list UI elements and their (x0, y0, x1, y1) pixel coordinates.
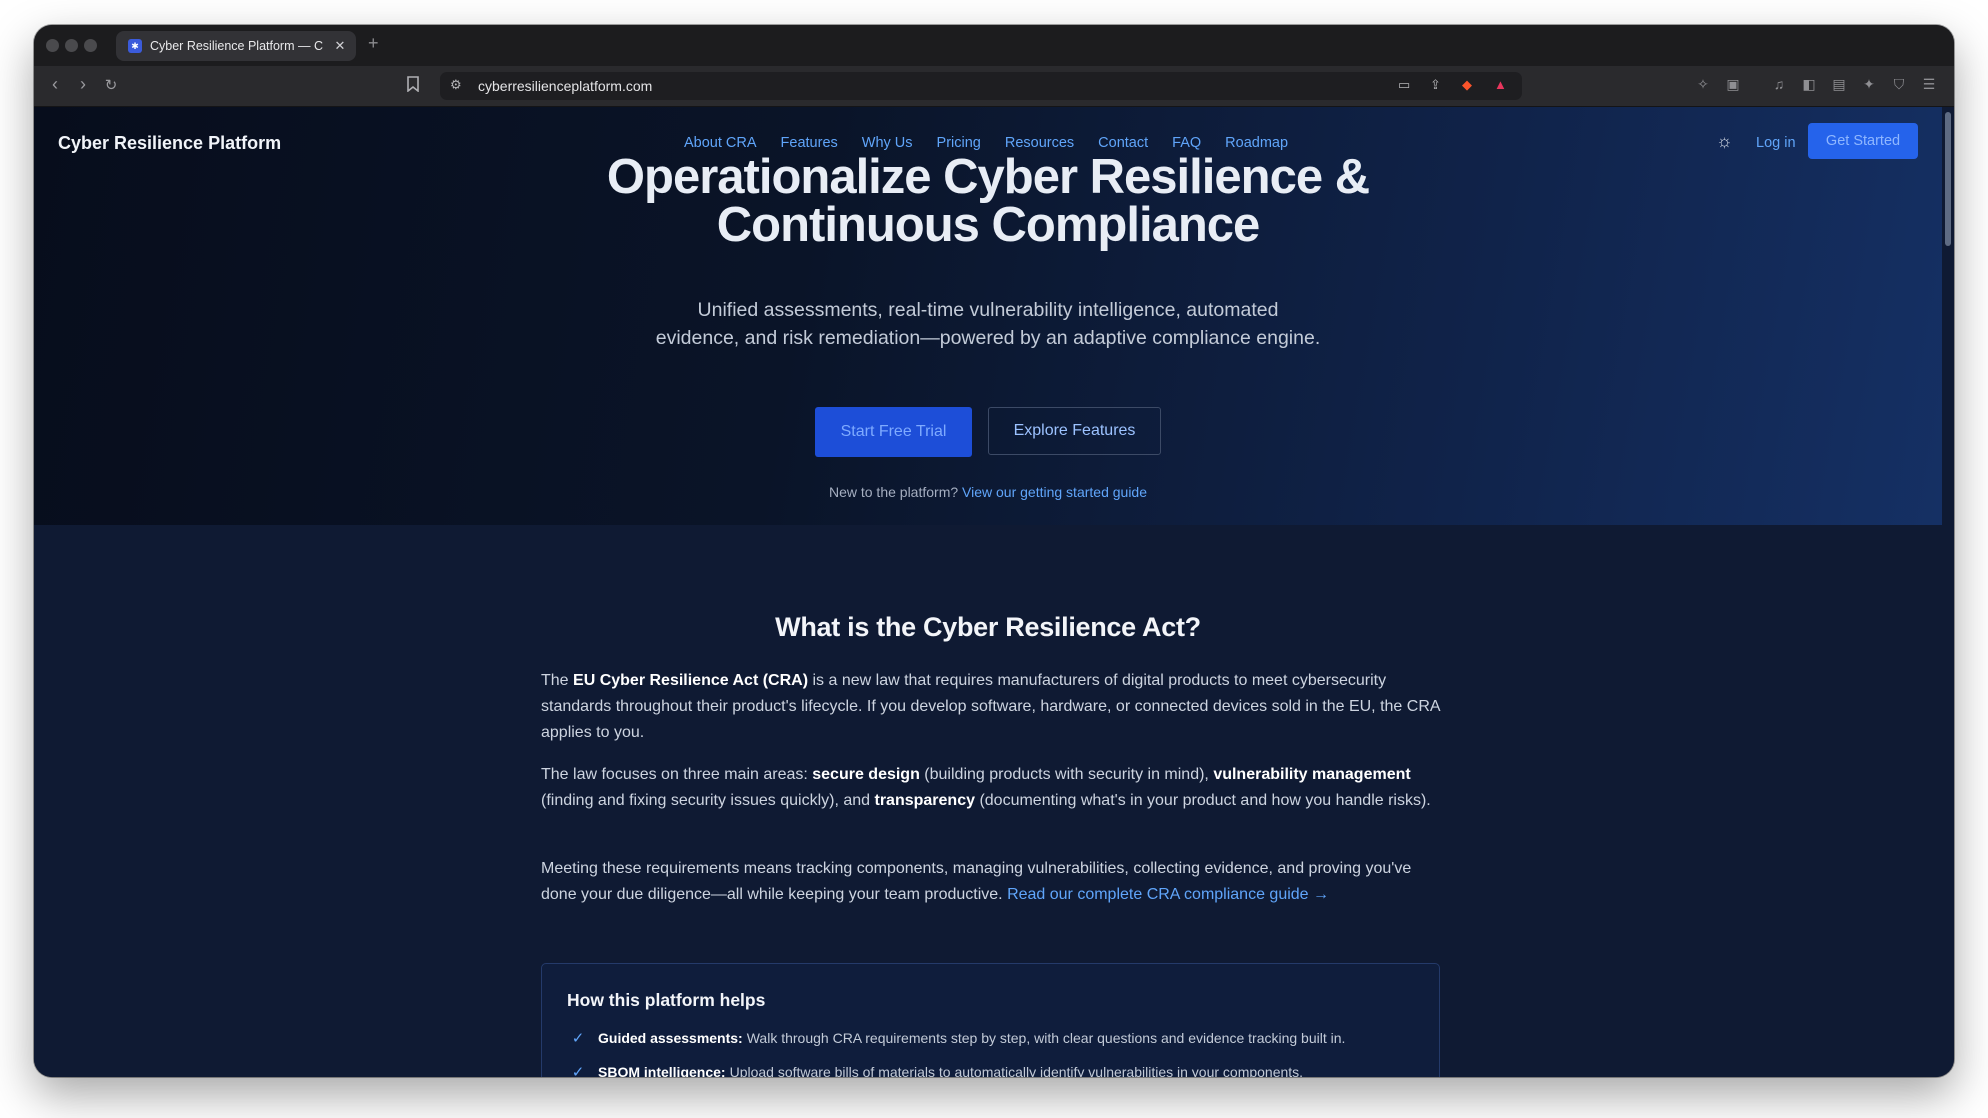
hero-subtitle: Unified assessments, real-time vulnerabi… (638, 296, 1338, 352)
start-free-trial-button[interactable]: Start Free Trial (815, 407, 972, 457)
tab-title: Cyber Resilience Platform — C (150, 39, 323, 53)
new-tab-button[interactable]: + (368, 33, 379, 54)
rewards-icon[interactable]: ▲ (1494, 77, 1507, 92)
share-icon[interactable]: ⇪ (1430, 77, 1441, 93)
helps-title: How this platform helps (567, 990, 766, 1010)
sidebar-icon[interactable]: ◧ (1800, 76, 1818, 94)
close-window-button[interactable] (46, 39, 59, 52)
zoom-window-button[interactable] (84, 39, 97, 52)
hero-title: Operationalize Cyber Resilience & Contin… (34, 150, 1942, 252)
tab-bar: ✱ Cyber Resilience Platform — C ✕ + (34, 25, 1954, 66)
brave-shield-icon[interactable]: ◆ (1462, 77, 1472, 93)
music-icon[interactable]: ♫ (1770, 76, 1788, 94)
text: The (541, 672, 574, 689)
hero-title-line1: Operationalize Cyber Resilience & (606, 150, 1370, 204)
check-icon: ✓ (571, 1030, 585, 1047)
hero-section: Cyber Resilience Platform About CRA Feat… (34, 107, 1942, 525)
nav-faq[interactable]: FAQ (1172, 135, 1201, 151)
hero-subtitle-line1: Unified assessments, real-time vulnerabi… (697, 299, 1279, 321)
nav-pricing[interactable]: Pricing (937, 135, 981, 151)
nav-features[interactable]: Features (781, 135, 838, 151)
hero-title-line2: Continuous Compliance (716, 198, 1260, 252)
page-scrollbar[interactable] (1942, 107, 1954, 1077)
transparency-term: transparency (874, 792, 976, 809)
scrollbar-thumb[interactable] (1945, 112, 1951, 246)
nav-why-us[interactable]: Why Us (862, 135, 913, 151)
vpn-shield-icon[interactable]: ⛉ (1890, 76, 1908, 94)
extensions-icon[interactable]: ✧ (1694, 76, 1712, 94)
cra-heading: What is the Cyber Resilience Act? (775, 612, 1201, 642)
site-brand[interactable]: Cyber Resilience Platform (58, 133, 281, 154)
secure-design-term: secure design (812, 766, 920, 783)
forward-icon[interactable]: › (72, 74, 94, 95)
list-item: ✓ SBOM intelligence: Upload software bil… (567, 1063, 1303, 1077)
cra-paragraph-3: Meeting these requirements means trackin… (541, 856, 1441, 908)
screenshot-icon[interactable]: ▣ (1724, 76, 1742, 94)
explore-features-button[interactable]: Explore Features (988, 407, 1161, 455)
nav-roadmap[interactable]: Roadmap (1225, 135, 1288, 151)
text: The law focuses on three main areas: (541, 766, 813, 783)
browser-tab[interactable]: ✱ Cyber Resilience Platform — C ✕ (116, 31, 356, 61)
cra-paragraph-1: The EU Cyber Resilience Act (CRA) is a n… (541, 668, 1441, 746)
browser-toolbar: ‹ › ↻ ⚙ cyberresilienceplatform.com ▭ ⇪ … (34, 66, 1954, 107)
cra-term: EU Cyber Resilience Act (CRA) (573, 672, 809, 689)
nav-resources[interactable]: Resources (1005, 135, 1074, 151)
cra-paragraph-2: The law focuses on three main areas: sec… (541, 762, 1441, 814)
platform-helps-card: How this platform helps ✓ Guided assessm… (541, 963, 1440, 1077)
nav-about-cra[interactable]: About CRA (684, 135, 757, 151)
help-item-label: Guided assessments: (598, 1030, 743, 1046)
minimize-window-button[interactable] (65, 39, 78, 52)
list-item: ✓ Guided assessments: Walk through CRA r… (567, 1029, 1346, 1047)
getting-started-text: New to the platform? (828, 484, 959, 500)
getting-started-hint: New to the platform? View our getting st… (34, 484, 1942, 500)
site-settings-icon[interactable]: ⚙ (450, 77, 462, 93)
sun-icon[interactable]: ☼ (1716, 131, 1733, 152)
text: (building products with security in mind… (919, 766, 1214, 783)
url-text: cyberresilienceplatform.com (478, 78, 653, 94)
text: (documenting what's in your product and … (975, 792, 1431, 809)
back-icon[interactable]: ‹ (44, 74, 66, 95)
address-bar[interactable]: ⚙ cyberresilienceplatform.com ▭ ⇪ ◆ ▲ (440, 72, 1522, 100)
text: (finding and fixing security issues quic… (541, 792, 875, 809)
help-item-label: SBOM intelligence: (598, 1064, 726, 1077)
favicon-icon: ✱ (128, 39, 142, 53)
web-page: Cyber Resilience Platform About CRA Feat… (34, 107, 1942, 1077)
help-item-text: Walk through CRA requirements step by st… (746, 1030, 1346, 1046)
cast-icon[interactable]: ▭ (1398, 77, 1410, 93)
main-nav: About CRA Features Why Us Pricing Resour… (684, 135, 1288, 151)
cra-section: What is the Cyber Resilience Act? The EU… (34, 525, 1942, 1077)
close-tab-icon[interactable]: ✕ (330, 38, 350, 54)
cra-guide-link[interactable]: Read our complete CRA compliance guide → (1007, 886, 1329, 903)
vulnerability-management-term: vulnerability management (1213, 766, 1411, 783)
login-link[interactable]: Log in (1756, 135, 1796, 151)
hero-subtitle-line2: evidence, and risk remediation—powered b… (655, 327, 1321, 349)
help-item-text: Upload software bills of materials to au… (729, 1064, 1304, 1077)
getting-started-link[interactable]: View our getting started guide (962, 484, 1147, 500)
bookmark-icon[interactable] (404, 76, 422, 94)
nav-contact[interactable]: Contact (1098, 135, 1148, 151)
wallet-icon[interactable]: ▤ (1830, 76, 1848, 94)
check-icon: ✓ (571, 1064, 585, 1077)
leo-ai-icon[interactable]: ✦ (1860, 76, 1878, 94)
reload-icon[interactable]: ↻ (100, 76, 122, 94)
menu-icon[interactable]: ☰ (1920, 76, 1938, 94)
browser-window: ✱ Cyber Resilience Platform — C ✕ + ‹ › … (34, 25, 1954, 1077)
